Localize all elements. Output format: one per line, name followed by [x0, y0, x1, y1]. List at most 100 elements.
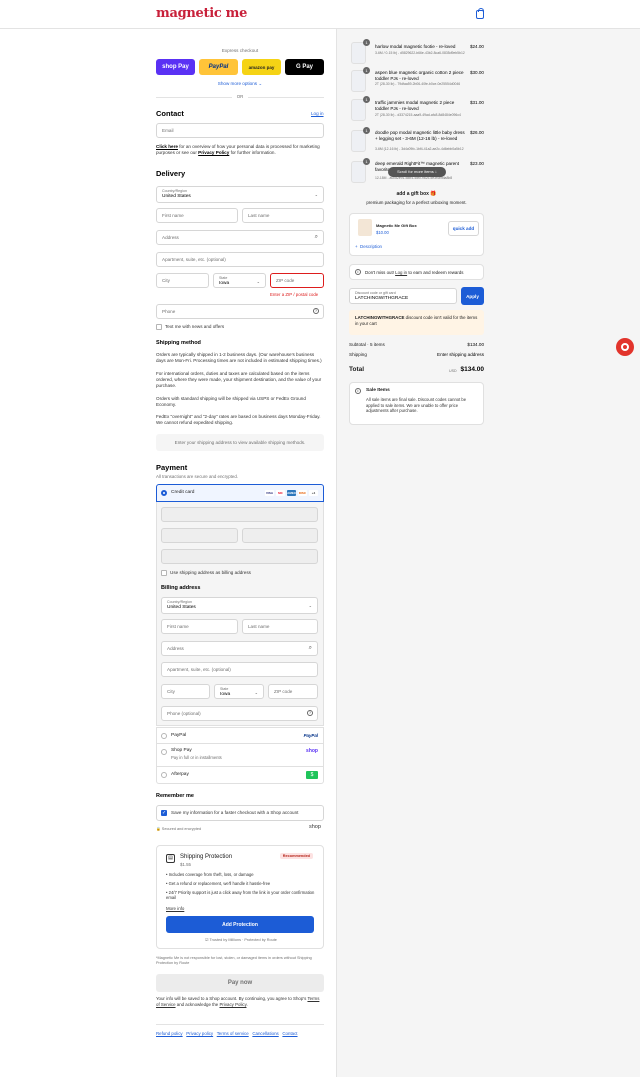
quantity-badge: 1 [363, 39, 370, 46]
shipping-label: Shipping [349, 352, 367, 357]
subtotal-label: Subtotal · 5 items [349, 342, 385, 347]
scroll-tip-label: Scroll for more items [397, 169, 434, 174]
security-code-field[interactable] [242, 528, 318, 543]
protection-bullet: • Get a refund or replacement, we'll han… [166, 881, 271, 886]
contact-link[interactable]: Contact [282, 1031, 297, 1036]
zip-error-message: Enter a ZIP / postal code [270, 292, 319, 297]
package-icon: ▤ [166, 854, 175, 863]
first-name-field[interactable]: First name [156, 208, 238, 223]
privacy-policy-link[interactable]: Privacy Policy [198, 150, 229, 155]
billing-zip-placeholder: ZIP code [274, 689, 293, 694]
shop-pay-button[interactable]: shop Pay [156, 59, 195, 75]
quantity-badge: 1 [363, 96, 370, 103]
shopping-bag-icon[interactable] [476, 8, 484, 19]
amazon-pay-button[interactable]: amazon pay [242, 59, 281, 75]
paypal-label: PayPal [208, 64, 229, 70]
click-here-link[interactable]: Click here [156, 144, 178, 149]
or-divider-label: OR [232, 94, 248, 99]
billing-apartment-field[interactable]: Apartment, suite, etc. (optional) [161, 662, 318, 677]
quick-add-button[interactable]: quick add [448, 221, 479, 236]
login-link[interactable]: Log in [311, 111, 324, 116]
save-info-checkbox[interactable]: ✓ [161, 810, 167, 816]
billing-address-field[interactable]: Address ⌕ [161, 641, 318, 656]
apply-discount-button[interactable]: Apply [461, 287, 484, 305]
shoppay-radio[interactable] [161, 749, 167, 755]
chevron-down-icon: ⌄ [308, 603, 312, 608]
chevron-down-icon: ⌄ [254, 690, 258, 695]
item-variant: 3-6M (12-16 lb) - 3d4c09fc-1bf4-41a2-ae2… [375, 147, 464, 151]
gift-box-price: $10.00 [376, 230, 389, 235]
rewards-login-link[interactable]: Log in [395, 270, 407, 275]
billing-phone-placeholder: Phone (optional) [167, 711, 201, 716]
chat-widget-button[interactable] [616, 338, 634, 356]
save-info-label: Save my information for a faster checkou… [171, 810, 299, 815]
shoppay-option[interactable]: Shop Pay Pay in full or in installments … [156, 744, 324, 767]
privacy-policy-footer-link[interactable]: Privacy policy [186, 1031, 213, 1036]
billing-address-title: Billing address [161, 585, 201, 591]
paypal-logo: PayPal [303, 733, 318, 738]
cancellations-link[interactable]: Cancellations [252, 1031, 278, 1036]
discount-code-field[interactable]: Discount code or gift card LATCHINGWITHGR… [349, 288, 457, 304]
card-number-field[interactable] [161, 507, 318, 522]
refund-policy-link[interactable]: Refund policy [156, 1031, 183, 1036]
afterpay-radio[interactable] [161, 772, 167, 778]
discover-icon: DISC [298, 490, 307, 496]
billing-state-label: State [220, 687, 229, 691]
text-me-checkbox[interactable] [156, 324, 162, 330]
mastercard-icon: MC [276, 490, 285, 496]
paypal-option[interactable]: PayPal PayPal [156, 727, 324, 744]
billing-first-name-field[interactable]: First name [161, 619, 238, 634]
credit-card-label: Credit card [171, 490, 195, 495]
trusted-note: ☑ Trusted by Millions · Protected by Rou… [157, 937, 325, 942]
shop-privacy-link[interactable]: Privacy Policy [219, 1002, 246, 1007]
use-shipping-checkbox[interactable] [161, 570, 167, 576]
billing-country-select[interactable]: Country/Region United States ⌄ [161, 597, 318, 614]
description-toggle[interactable]: + Description [355, 244, 382, 249]
email-field[interactable]: Email [156, 123, 324, 138]
brand-logo[interactable]: magnetic me [156, 6, 247, 21]
google-pay-button[interactable]: G Pay [285, 59, 324, 75]
amex-icon: AMEX [287, 490, 296, 496]
billing-city-field[interactable]: City [161, 684, 210, 699]
add-protection-button[interactable]: Add Protection [166, 916, 314, 933]
discount-value: LATCHINGWITHGRACE [355, 296, 409, 301]
paypal-button[interactable]: PayPal [199, 59, 238, 75]
more-info-link[interactable]: More info [166, 906, 184, 911]
terms-of-service-link[interactable]: Terms of service [217, 1031, 249, 1036]
help-icon[interactable]: ? [307, 710, 313, 716]
expiry-field[interactable] [161, 528, 238, 543]
phone-field[interactable]: Phone? [156, 304, 324, 319]
billing-last-name-placeholder: Last name [248, 624, 270, 629]
state-select[interactable]: State Iowa ⌄ [213, 273, 266, 288]
remember-me-title: Remember me [156, 793, 194, 799]
last-name-field[interactable]: Last name [242, 208, 324, 223]
city-field[interactable]: City [156, 273, 209, 288]
billing-state-select[interactable]: State Iowa ⌄ [214, 684, 264, 699]
show-more-options-link[interactable]: Show more options ⌄ [156, 81, 324, 87]
save-info-box[interactable]: ✓ Save my information for a faster check… [156, 805, 324, 821]
billing-address-placeholder: Address [167, 646, 184, 651]
rewards-text: Don't miss out! Log in to earn and redee… [365, 270, 463, 275]
quantity-badge: 1 [363, 67, 370, 74]
billing-phone-field[interactable]: Phone (optional)? [161, 706, 318, 721]
scroll-for-more-pill[interactable]: Scroll for more items ↓ [388, 167, 446, 177]
chat-icon [621, 343, 629, 351]
credit-card-option[interactable]: Credit card VISA MC AMEX DISC +4 [156, 484, 324, 502]
billing-zip-field[interactable]: ZIP code [268, 684, 318, 699]
credit-card-radio[interactable] [161, 490, 167, 496]
use-shipping-label: Use shipping address as billing address [170, 570, 251, 575]
quantity-badge: 1 [363, 127, 370, 134]
zip-field[interactable]: ZIP code [270, 273, 324, 288]
state-value: Iowa [219, 281, 230, 286]
billing-last-name-field[interactable]: Last name [242, 619, 318, 634]
paypal-radio[interactable] [161, 733, 167, 739]
address-field[interactable]: Address ⌕ [156, 230, 324, 245]
name-on-card-field[interactable] [161, 549, 318, 564]
afterpay-option[interactable]: Afterpay $ [156, 767, 324, 784]
apartment-field[interactable]: Apartment, suite, etc. (optional) [156, 252, 324, 267]
country-select[interactable]: Country/Region United States ⌄ [156, 186, 324, 203]
help-icon[interactable]: ? [313, 308, 319, 314]
pay-now-button[interactable]: Pay now [156, 974, 324, 992]
item-name: harlow modal magnetic footie - re-loved [375, 44, 456, 49]
billing-first-name-placeholder: First name [167, 624, 189, 629]
